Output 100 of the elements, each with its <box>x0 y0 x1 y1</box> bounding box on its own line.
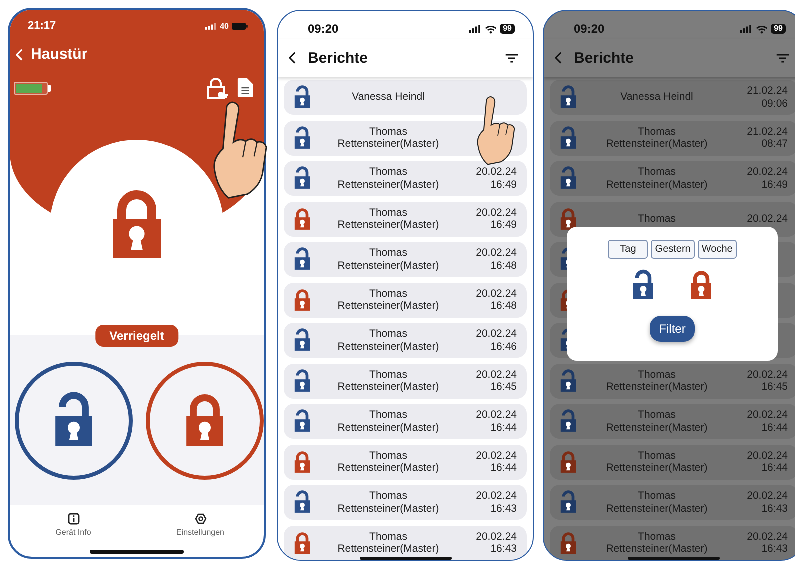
wifi-icon <box>756 24 768 34</box>
report-row[interactable]: Thomas Rettensteiner(Master) 20.02.24 16:46 <box>284 323 527 358</box>
report-time: 09:06 <box>762 98 788 110</box>
user-name: Thomas Rettensteiner(Master) <box>605 530 709 556</box>
tab-label[interactable]: Gerät Info <box>56 528 92 537</box>
report-date: 20.02.24 <box>476 409 517 422</box>
report-date: 20.02.24 <box>476 288 517 300</box>
report-date: 20.02.24 <box>476 328 517 340</box>
report-row[interactable]: Thomas Rettensteiner(Master) 20.02.24 16:45 <box>284 364 527 398</box>
signal-icon <box>205 22 218 30</box>
screen-title: Haustür <box>31 46 88 63</box>
battery-percentage: 40 <box>220 22 229 30</box>
report-row[interactable]: Thomas Rettensteiner(Master) 20.02.24 16:44 <box>284 404 527 439</box>
user-name: Thomas Rettensteiner(Master) <box>605 126 709 150</box>
user-name: Thomas Rettensteiner(Master) <box>336 206 440 232</box>
report-date: 20.02.24 <box>476 166 517 178</box>
report-time: 16:43 <box>490 502 517 515</box>
report-time: 16:43 <box>762 502 788 515</box>
report-row[interactable]: Thomas Rettensteiner(Master) 20.02.24 16:49 <box>284 202 527 236</box>
report-date: 21.02.24 <box>747 126 788 138</box>
signal-icon <box>469 25 482 33</box>
report-row[interactable]: Thomas Rettensteiner(Master) 20.02.24 16:49 <box>284 161 527 196</box>
user-name: Thomas Rettensteiner(Master) <box>336 368 440 394</box>
report-row[interactable]: Thomas Rettensteiner(Master) 20.02.24 16:44 <box>284 444 527 480</box>
report-date: 20.02.24 <box>747 368 788 381</box>
report-date: 20.02.24 <box>476 368 517 381</box>
report-time: 16:45 <box>762 381 788 394</box>
user-name: Thomas Rettensteiner(Master) <box>336 126 440 150</box>
info-icon[interactable] <box>68 513 80 525</box>
tab-label[interactable]: Einstellungen <box>176 528 225 537</box>
user-name: Vanessa Heindl <box>351 91 426 104</box>
user-name: Vanessa Heindl <box>620 91 694 104</box>
open-padlock-icon[interactable] <box>631 269 656 302</box>
report-row[interactable]: Thomas Rettensteiner(Master) 20.02.24 16:48 <box>284 282 527 318</box>
clock-time: 21:17 <box>28 20 56 32</box>
period-option[interactable]: Tag <box>608 240 648 259</box>
user-name: Thomas Rettensteiner(Master) <box>605 166 709 191</box>
lock-button[interactable] <box>146 362 264 480</box>
report-time: 16:45 <box>490 381 517 394</box>
report-time: 16:46 <box>490 340 517 353</box>
report-time: 16:49 <box>490 219 517 232</box>
report-date: 20.02.24 <box>476 450 517 462</box>
report-time: 16:49 <box>762 178 788 191</box>
user-name: Thomas Rettensteiner(Master) <box>336 530 440 556</box>
padlock-icon[interactable] <box>689 269 714 302</box>
report-row[interactable]: Vanessa Heindl 21.02.24 09:06 <box>550 80 795 115</box>
report-date: 20.02.24 <box>747 212 788 226</box>
report-time: 16:48 <box>490 300 517 312</box>
report-row[interactable]: Thomas Rettensteiner(Master) 20.02.24 16:48 <box>284 242 527 277</box>
report-time: 16:44 <box>762 422 788 434</box>
user-name: Thomas Rettensteiner(Master) <box>336 409 440 434</box>
period-option[interactable]: Gestern <box>651 240 695 259</box>
user-name: Thomas <box>637 212 677 226</box>
report-date: 20.02.24 <box>747 530 788 543</box>
lock-key-icon[interactable] <box>205 76 229 100</box>
period-option[interactable]: Woche <box>698 240 737 259</box>
report-row[interactable]: Thomas Rettensteiner(Master) 20.02.24 16:45 <box>550 364 795 398</box>
report-time: 16:43 <box>762 543 788 556</box>
report-row[interactable]: Thomas Rettensteiner(Master) 20.02.24 16:43 <box>284 485 527 520</box>
report-row[interactable]: Thomas Rettensteiner(Master) 21.02.24 08:47 <box>550 120 795 156</box>
user-name: Thomas Rettensteiner(Master) <box>336 490 440 515</box>
clock-time: 09:20 <box>308 22 339 36</box>
user-name: Thomas Rettensteiner(Master) <box>605 450 709 474</box>
report-row[interactable]: Thomas Rettensteiner(Master) 20.02.24 16:49 <box>550 161 795 196</box>
report-row[interactable]: Thomas Rettensteiner(Master) 20.02.24 16:43 <box>550 485 795 520</box>
report-row[interactable]: Thomas Rettensteiner(Master) 20.02.24 16:43 <box>550 526 795 560</box>
settings-icon[interactable] <box>194 513 206 525</box>
user-name: Thomas Rettensteiner(Master) <box>605 368 709 394</box>
report-time: 16:43 <box>490 543 517 556</box>
user-name: Thomas Rettensteiner(Master) <box>605 409 709 434</box>
user-name: Thomas Rettensteiner(Master) <box>336 450 440 474</box>
report-date: 21.02.24 <box>747 85 788 98</box>
back-icon[interactable] <box>289 52 296 64</box>
report-row[interactable]: Thomas Rettensteiner(Master) 20.02.24 16:43 <box>284 526 527 560</box>
report-date: 20.02.24 <box>747 490 788 502</box>
status-badge: Verriegelt <box>96 325 178 347</box>
unlock-button[interactable] <box>15 362 133 480</box>
user-name: Thomas Rettensteiner(Master) <box>336 247 440 272</box>
report-date: 20.02.24 <box>476 490 517 502</box>
user-name: Thomas Rettensteiner(Master) <box>336 328 440 353</box>
screen-title: Berichte <box>574 50 634 66</box>
user-name: Thomas Rettensteiner(Master) <box>336 166 440 191</box>
wifi-icon <box>485 24 498 34</box>
report-date: 20.02.24 <box>476 206 517 219</box>
report-row[interactable]: Thomas Rettensteiner(Master) 20.02.24 16:44 <box>550 444 795 480</box>
report-date: 20.02.24 <box>476 530 517 543</box>
screen-title: Berichte <box>308 50 368 66</box>
report-row[interactable]: Vanessa Heindl <box>284 80 527 115</box>
report-time: 16:44 <box>762 462 788 474</box>
report-row[interactable]: Thomas Rettensteiner(Master) 20.02.24 16:44 <box>550 404 795 439</box>
report-time: 16:44 <box>490 462 517 474</box>
report-time: 16:44 <box>490 422 517 434</box>
user-name: Thomas Rettensteiner(Master) <box>336 288 440 312</box>
filter-button[interactable]: Filter <box>650 316 695 342</box>
battery-indicator: 99 <box>771 24 786 34</box>
signal-icon <box>740 25 754 33</box>
report-time: 16:49 <box>490 178 517 191</box>
report-time: 16:48 <box>490 260 517 272</box>
report-date: 20.02.24 <box>747 450 788 462</box>
filter-icon[interactable] <box>505 52 519 64</box>
